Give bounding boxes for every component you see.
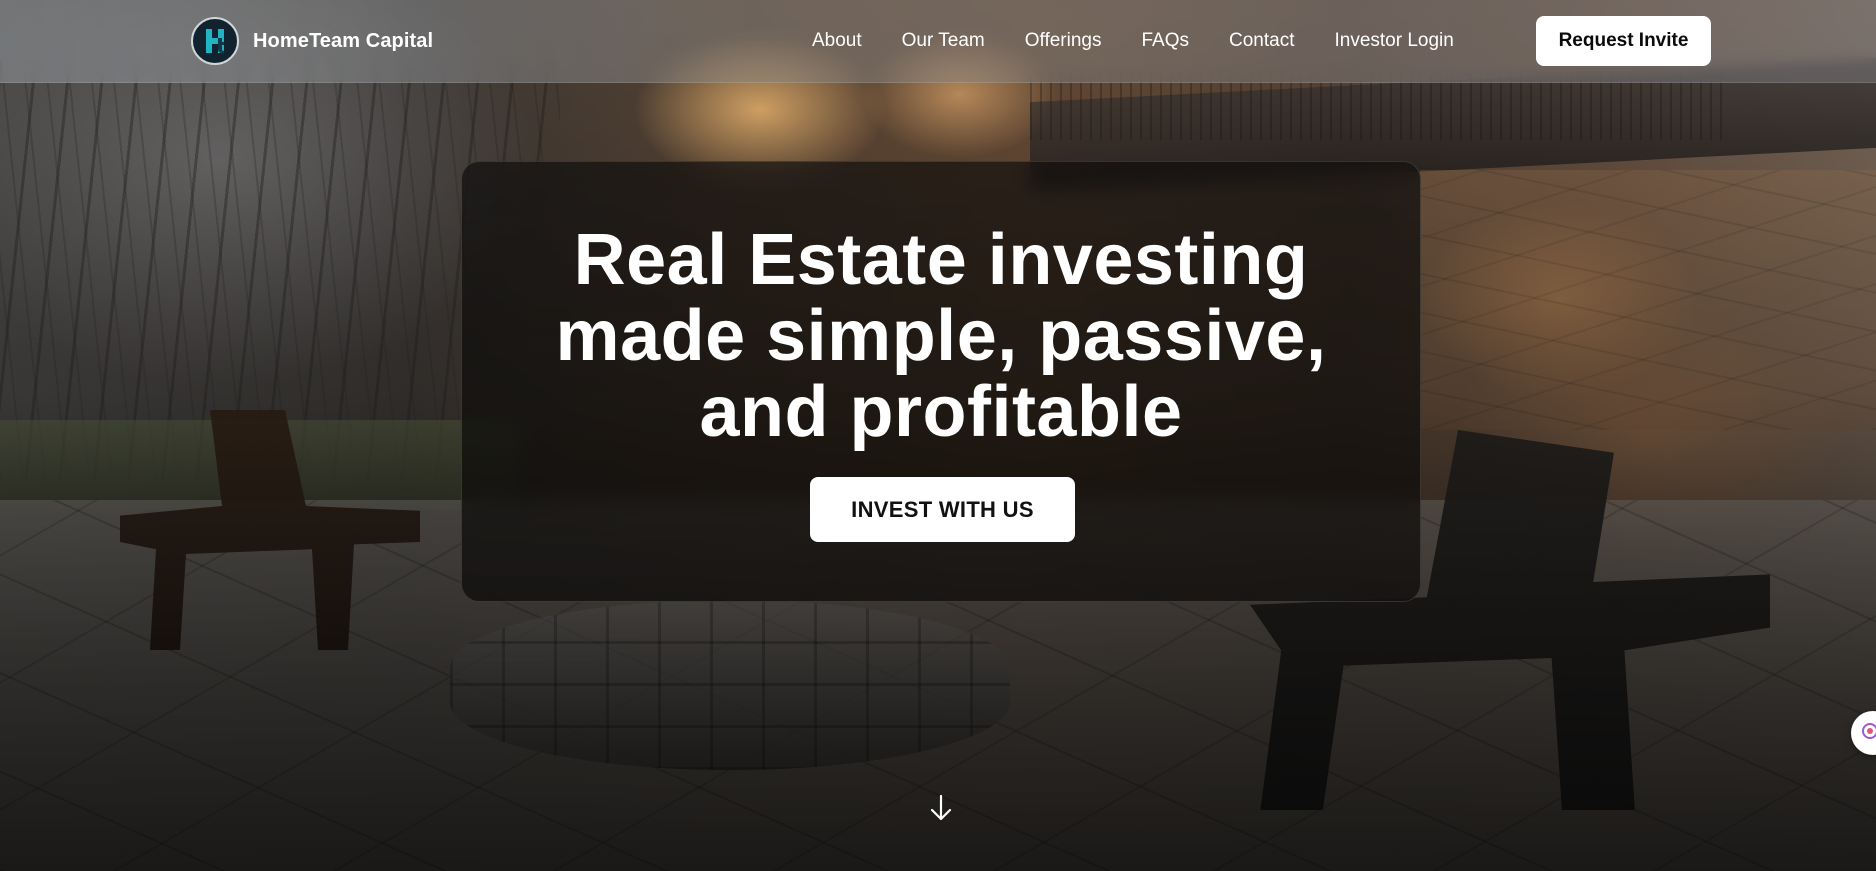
invest-with-us-button[interactable]: INVEST WITH US <box>810 477 1075 542</box>
nav-link-offerings[interactable]: Offerings <box>1025 30 1102 52</box>
nav-link-contact[interactable]: Contact <box>1229 30 1294 52</box>
nav-link-investor-login[interactable]: Investor Login <box>1334 30 1453 52</box>
brand-home-link[interactable]: HomeTeam Capital <box>191 16 433 66</box>
nav-link-about[interactable]: About <box>812 30 862 52</box>
background-stone-wall <box>1420 170 1876 430</box>
hero-title-line-2: made simple, passive, <box>555 296 1327 376</box>
hero-title-line-3: and profitable <box>699 372 1183 452</box>
arrow-down-icon[interactable] <box>926 793 956 823</box>
background-firepit <box>450 600 1010 770</box>
logo-mark-graphic <box>206 29 226 53</box>
main-nav: About Our Team Offerings FAQs Contact In… <box>812 0 1454 82</box>
hero-card: Real Estate investing made simple, passi… <box>461 161 1421 602</box>
nav-link-faqs[interactable]: FAQs <box>1141 30 1189 52</box>
top-navbar: HomeTeam Capital About Our Team Offering… <box>0 0 1876 83</box>
hero-title-line-1: Real Estate investing <box>573 220 1309 300</box>
nav-link-our-team[interactable]: Our Team <box>902 30 985 52</box>
request-invite-button[interactable]: Request Invite <box>1536 16 1711 66</box>
brand-name: HomeTeam Capital <box>253 29 434 52</box>
ht-monogram-logo-icon <box>191 17 239 65</box>
hero-title: Real Estate investing made simple, passi… <box>462 222 1420 450</box>
chat-widget-icon <box>1861 722 1876 745</box>
